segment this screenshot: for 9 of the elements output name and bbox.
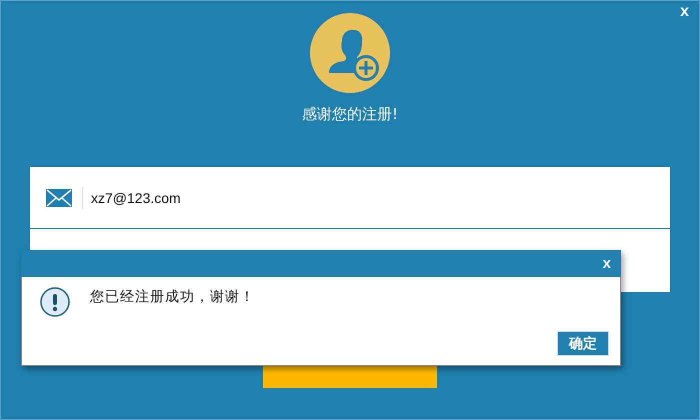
email-field[interactable]: xz7@123.com	[91, 190, 391, 206]
ok-button[interactable]: 确定	[557, 331, 609, 356]
dialog-message: 您已经注册成功，谢谢！	[90, 288, 255, 306]
exclamation-icon	[40, 287, 70, 317]
window-title: 感谢您的注册!	[302, 105, 398, 124]
add-user-icon	[310, 13, 390, 93]
envelope-icon	[46, 188, 72, 206]
close-button[interactable]: x	[600, 255, 613, 272]
close-button[interactable]: x	[678, 3, 691, 21]
